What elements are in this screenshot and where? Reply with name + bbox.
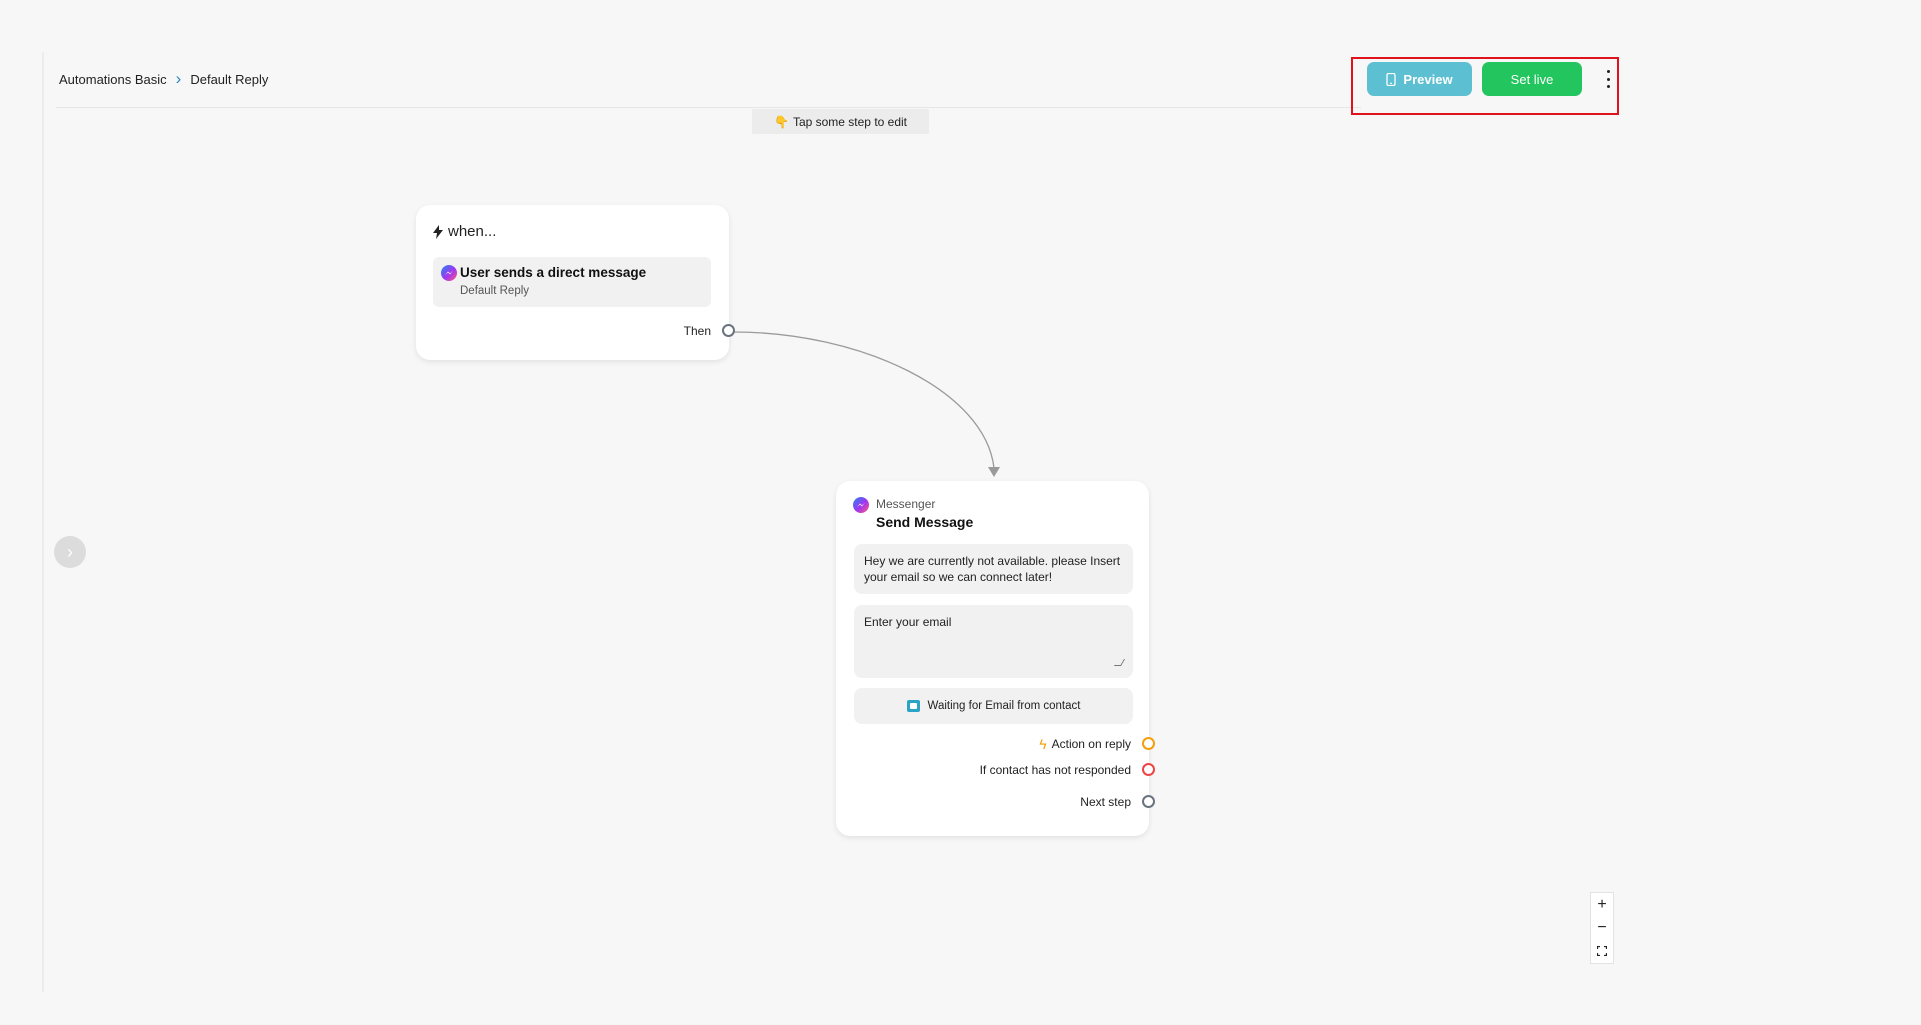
phone-icon (1386, 72, 1397, 86)
chevron-right-icon: › (67, 541, 73, 562)
email-prompt-text: Enter your email (864, 615, 952, 629)
messenger-icon (853, 497, 869, 513)
trigger-subtitle: Default Reply (460, 285, 530, 297)
hint-text: Tap some step to edit (792, 114, 908, 129)
breadcrumb-current: Default Reply (190, 71, 269, 87)
send-message-step-card[interactable]: Messenger Send Message Hey we are curren… (836, 481, 1155, 836)
trigger-heading-text: when... (448, 223, 497, 240)
resize-handle-icon[interactable] (1113, 659, 1126, 666)
channel-label: Messenger (876, 497, 936, 511)
image-icon (906, 700, 920, 712)
bolt-outline-icon: ϟ (1039, 736, 1047, 752)
next-step-output: Next step (1080, 795, 1131, 809)
set-live-button[interactable]: Set live (1482, 62, 1582, 96)
email-input-prompt[interactable]: Enter your email (854, 605, 1133, 678)
kebab-icon[interactable] (1600, 70, 1616, 88)
preview-button[interactable]: Preview (1367, 62, 1472, 96)
set-live-label: Set live (1510, 71, 1554, 87)
waiting-text: Waiting for Email from contact (927, 700, 1081, 712)
not-responded-port[interactable] (1142, 763, 1155, 776)
not-responded-label: If contact has not responded (979, 763, 1131, 777)
preview-label: Preview (1403, 71, 1453, 87)
step-title: Send Message (876, 514, 974, 530)
trigger-heading: when... (433, 223, 496, 240)
next-step-label: Next step (1080, 795, 1131, 809)
edit-hint: 👇 Tap some step to edit (752, 109, 929, 134)
action-on-reply-output: ϟ Action on reply (1039, 736, 1131, 752)
waiting-status: Waiting for Email from contact (854, 688, 1133, 724)
trigger-condition[interactable]: User sends a direct message Default Repl… (433, 257, 711, 307)
action-on-reply-label: Action on reply (1051, 737, 1131, 751)
then-label: Then (683, 324, 711, 338)
trigger-step-card[interactable]: when... User sends a direct message Defa… (416, 205, 735, 360)
breadcrumb: Automations Basic › Default Reply (59, 69, 268, 89)
message-text[interactable]: Hey we are currently not available. plea… (854, 544, 1133, 594)
not-responded-output: If contact has not responded (980, 763, 1131, 777)
trigger-title: User sends a direct message (460, 265, 647, 280)
minus-icon[interactable]: − (1590, 916, 1614, 939)
action-on-reply-port[interactable] (1142, 737, 1155, 750)
arrow-head-icon (988, 467, 1000, 477)
header-divider (56, 107, 1361, 108)
pointing-down-icon: 👇 (773, 114, 789, 129)
plus-icon[interactable]: + (1590, 893, 1614, 916)
next-step-port[interactable] (1142, 795, 1155, 808)
zoom-controls: + − (1590, 892, 1614, 964)
page-left-edge (42, 52, 44, 992)
bolt-icon (433, 224, 443, 239)
then-port[interactable] (722, 324, 735, 337)
messenger-icon (441, 265, 457, 281)
fit-view-icon[interactable] (1590, 940, 1614, 963)
chevron-right-icon: › (175, 69, 182, 88)
sidebar-toggle-button[interactable]: › (54, 536, 86, 568)
breadcrumb-parent[interactable]: Automations Basic (59, 72, 167, 87)
